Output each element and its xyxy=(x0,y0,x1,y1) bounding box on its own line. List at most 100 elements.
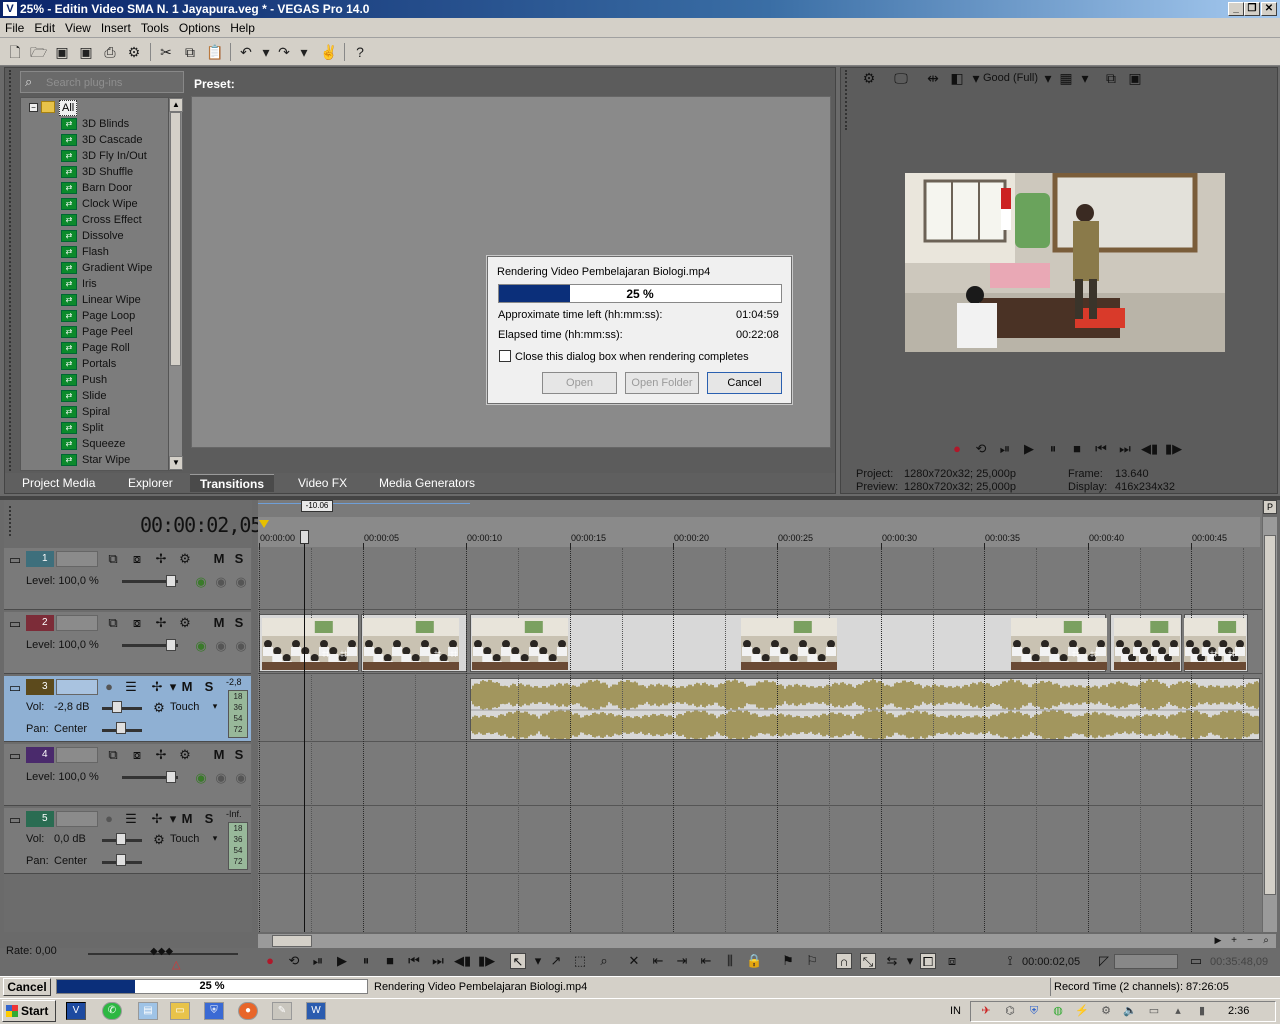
firefox-icon[interactable]: ● xyxy=(238,1002,258,1020)
timeline-horizontal-scrollbar[interactable]: ▶ + − ⌕ xyxy=(258,934,1276,948)
plugin-item[interactable]: ⇄ Split xyxy=(61,420,181,436)
track-motion-icon[interactable]: ✢ xyxy=(150,679,164,695)
go-to-end-icon[interactable]: ⏭ xyxy=(430,953,446,969)
insert-marker-icon[interactable]: ⚑ xyxy=(780,953,796,969)
record-icon[interactable]: ● xyxy=(949,441,965,457)
envelope-tool-icon[interactable]: ↗ xyxy=(548,953,564,969)
event-fx-icon[interactable]: ⌗ xyxy=(340,646,347,662)
close-button[interactable]: ✕ xyxy=(1261,2,1277,16)
tab-project-media[interactable]: Project Media xyxy=(12,474,105,492)
track-gear-icon[interactable]: ⚙ xyxy=(178,615,192,631)
restore-button[interactable]: ❐ xyxy=(1244,2,1260,16)
timeline-grip[interactable] xyxy=(9,506,13,536)
zoom-out-icon[interactable]: − xyxy=(1244,935,1256,947)
tray-globe-icon[interactable]: ◍ xyxy=(1050,1004,1066,1018)
paste-icon[interactable]: 📋 xyxy=(206,44,223,60)
track-gear-icon[interactable]: ⚙ xyxy=(178,747,192,763)
previous-frame-icon[interactable]: ◀▮ xyxy=(454,953,471,969)
snapping-icon[interactable]: ∩ xyxy=(836,953,852,969)
track-motion-icon[interactable]: ⧉ xyxy=(106,615,120,631)
mask-icon[interactable]: ◉ xyxy=(234,574,248,590)
tray-app-icon[interactable]: ✈ xyxy=(978,1004,994,1018)
composite-child-icon[interactable]: ◉ xyxy=(214,638,228,654)
split-dropdown-icon[interactable]: ▾ xyxy=(968,70,984,86)
solo-button[interactable]: S xyxy=(202,811,216,826)
track-gear-icon[interactable]: ⚙ xyxy=(178,551,192,567)
hscroll-thumb[interactable] xyxy=(272,935,312,947)
open-folder-button[interactable]: Open Folder xyxy=(625,372,699,394)
track-minimize-icon[interactable]: ▭ xyxy=(8,616,22,632)
plugin-tree-scrollbar[interactable]: ▲ ▼ xyxy=(168,98,183,470)
plugin-item[interactable]: ⇄ Iris xyxy=(61,276,181,292)
automation-dropdown-icon[interactable]: ▾ xyxy=(208,701,222,712)
track-name-field[interactable] xyxy=(56,551,98,567)
track-header-5[interactable]: ▭ 5 ● ☰ ✢ ▾ M S -Inf. Vol: 0,0 dB ⚙ Touc… xyxy=(4,808,251,874)
level-slider-knob[interactable] xyxy=(166,575,176,587)
record-icon[interactable]: ● xyxy=(262,953,278,969)
loop-region-marker[interactable]: -10.06 xyxy=(301,500,333,512)
cancel-render-status-button[interactable]: Cancel xyxy=(3,978,51,996)
tab-media-generators[interactable]: Media Generators xyxy=(369,474,485,492)
save-snapshot-icon[interactable]: ▣ xyxy=(1127,70,1143,86)
go-to-end-icon[interactable]: ⏭ xyxy=(1117,441,1133,457)
plugin-item[interactable]: ⇄ Slide xyxy=(61,388,181,404)
volume-slider[interactable] xyxy=(102,707,142,710)
tab-transitions[interactable]: Transitions xyxy=(190,474,275,492)
insert-region-icon[interactable]: ⚐ xyxy=(804,953,820,969)
event-fx-icon[interactable]: ⌗ xyxy=(434,646,441,662)
track-minimize-icon[interactable]: ▭ xyxy=(8,552,22,568)
mute-button[interactable]: M xyxy=(180,679,194,694)
next-frame-icon[interactable]: ▮▶ xyxy=(1165,441,1182,457)
composite-child-icon[interactable]: ◉ xyxy=(214,770,228,786)
compositing-mode-icon[interactable]: ✢ xyxy=(154,551,168,567)
search-plugins-input[interactable]: ⌕ Search plug-ins xyxy=(20,71,184,93)
cancel-render-button[interactable]: Cancel xyxy=(707,372,782,394)
track-row-1[interactable] xyxy=(258,548,1262,610)
track-fx-icon[interactable]: ☰ xyxy=(124,811,138,827)
selection-length-field[interactable] xyxy=(1114,954,1178,969)
volume-slider-knob[interactable] xyxy=(112,701,122,713)
tray-power-icon[interactable]: ⚡ xyxy=(1074,1004,1090,1018)
marker-flag-icon[interactable] xyxy=(259,520,269,528)
track-header-2[interactable]: ▭ 2 ⧉ ⧇ ✢ ⚙ M S Level: 100,0 % ◉ ◉ ◉ xyxy=(4,612,251,674)
ripple-dropdown-icon[interactable]: ▾ xyxy=(902,953,918,969)
timeline-options-icon[interactable]: P xyxy=(1263,500,1277,514)
loop-playback-icon[interactable]: ⟲ xyxy=(973,441,989,457)
ignore-grouping-icon[interactable]: ⧈ xyxy=(944,953,960,969)
whats-this-help-icon[interactable]: ? xyxy=(352,44,368,60)
pause-icon[interactable]: ⏸ xyxy=(358,953,374,969)
new-file-icon[interactable]: 🗋 xyxy=(7,44,23,60)
input-language[interactable]: IN xyxy=(950,1005,961,1017)
security-shield-icon[interactable]: ⛨ xyxy=(204,1002,224,1020)
render-as-icon[interactable]: ⎙ xyxy=(102,44,118,60)
zoom-in-icon[interactable]: + xyxy=(1228,935,1240,947)
event-fx-icon[interactable]: ⌗ xyxy=(1090,646,1097,662)
menu-insert[interactable]: Insert xyxy=(96,18,136,35)
menu-view[interactable]: View xyxy=(60,18,96,35)
event-fx-icon[interactable]: ⌗ xyxy=(322,646,329,662)
go-to-start-icon[interactable]: ⏮ xyxy=(1093,441,1109,457)
solo-button[interactable]: S xyxy=(232,615,246,630)
cursor-position-field[interactable]: 00:00:02,05 xyxy=(1022,956,1080,968)
auto-ripple-icon[interactable]: ⇆ xyxy=(884,953,900,969)
automation-mode[interactable]: Touch xyxy=(170,701,199,713)
tray-wifi-icon[interactable]: ▴ xyxy=(1170,1004,1186,1018)
trim-start-icon[interactable]: ⇥ xyxy=(674,953,690,969)
preview-quality-select[interactable]: Good (Full) xyxy=(983,72,1038,84)
minimize-button[interactable]: _ xyxy=(1228,2,1244,16)
open-button[interactable]: Open xyxy=(542,372,617,394)
track-dropdown-icon[interactable]: ▾ xyxy=(166,811,180,827)
event-fx-icon[interactable]: ⌗ xyxy=(1072,646,1079,662)
stop-icon[interactable]: ■ xyxy=(1069,441,1085,457)
level-slider-knob[interactable] xyxy=(166,639,176,651)
composite-parent-icon[interactable]: ◉ xyxy=(194,770,208,786)
plugin-item[interactable]: ⇄ 3D Blinds xyxy=(61,116,181,132)
track-fx-icon[interactable]: ⧇ xyxy=(130,615,144,631)
redo-dropdown-icon[interactable]: ▾ xyxy=(296,44,312,60)
vscroll-thumb[interactable] xyxy=(1264,535,1276,895)
plugin-item[interactable]: ⇄ Flash xyxy=(61,244,181,260)
tray-settings-icon[interactable]: ⚙ xyxy=(1098,1004,1114,1018)
scroll-up-icon[interactable]: ▲ xyxy=(169,98,183,112)
cursor-timecode[interactable]: 00:00:02,05 xyxy=(140,513,262,537)
timeline-cursor[interactable] xyxy=(304,530,305,932)
